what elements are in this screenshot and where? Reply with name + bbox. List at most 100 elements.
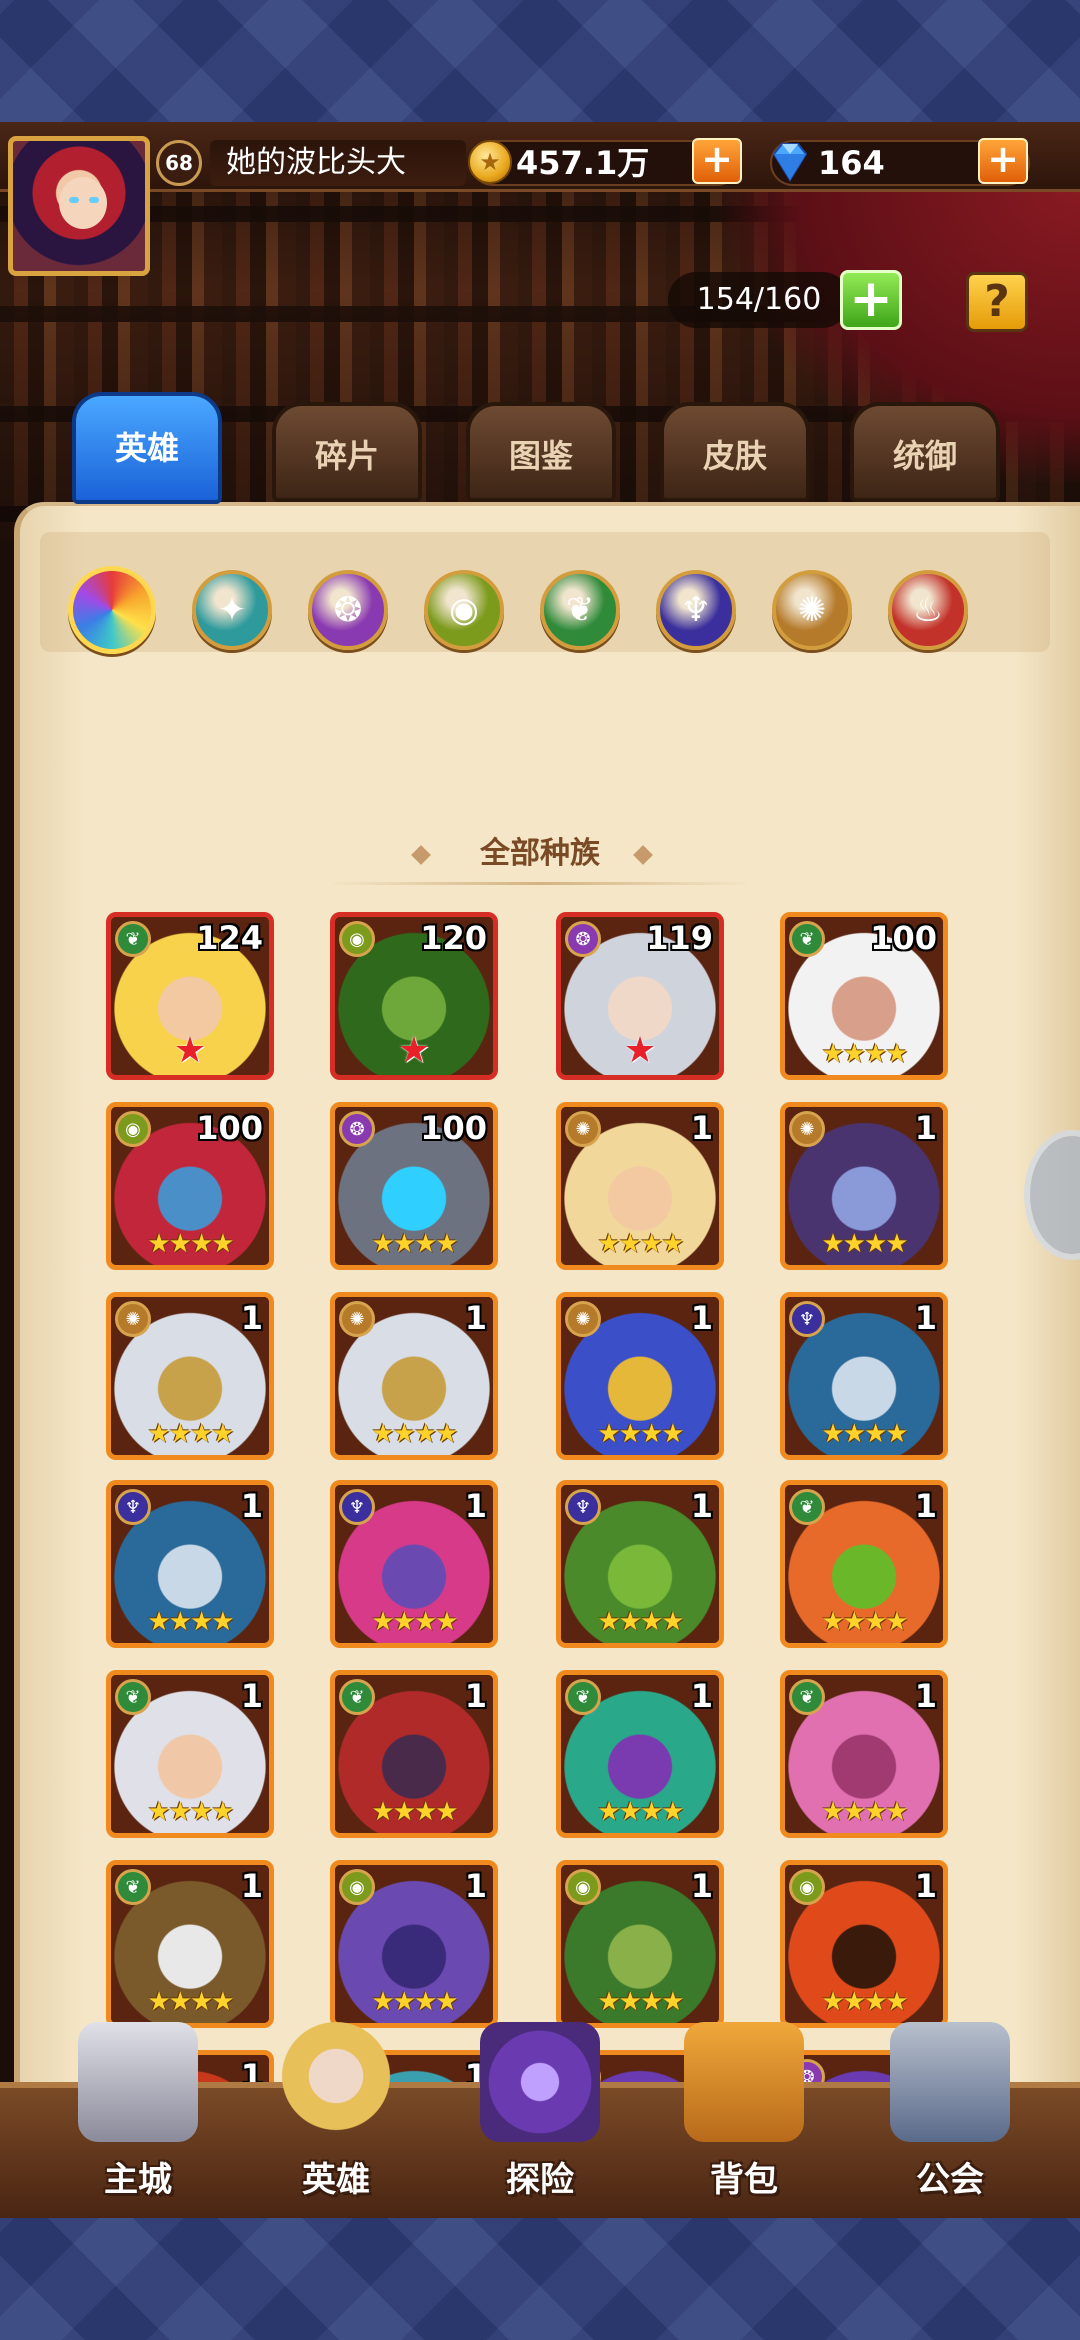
hero-star-rating: ★★★★	[147, 1229, 234, 1259]
hero-card[interactable]: ♆ 1 ★★★★	[780, 1292, 948, 1460]
gold-amount: 457.1万	[516, 144, 650, 182]
hero-level: 1	[690, 1299, 713, 1337]
avatar-eye	[89, 197, 99, 203]
hero-card[interactable]: ◉ 1 ★★★★	[330, 1860, 498, 2028]
crystal-icon: ✦	[217, 590, 247, 630]
nav-portal[interactable]: 探险	[450, 2022, 630, 2212]
hero-card[interactable]: ◉ 1 ★★★★	[780, 1860, 948, 2028]
hero-card[interactable]: ◉ 120 ★	[330, 912, 498, 1080]
hero-race-icon: ❦	[789, 1679, 825, 1715]
hero-level: 100	[196, 1109, 263, 1147]
hero-star-rating: ★★★★	[821, 1419, 908, 1449]
diamond-icon	[772, 143, 808, 182]
faction-filter-forest[interactable]: ❦	[540, 570, 620, 650]
hero-card[interactable]: ♆ 1 ★★★★	[556, 1480, 724, 1648]
hero-star-rating: ★★★★	[147, 1419, 234, 1449]
nav-label: 主城	[104, 2160, 172, 2200]
hero-race-icon: ✺	[565, 1301, 601, 1337]
hero-card[interactable]: ❂ 100 ★★★★	[330, 1102, 498, 1270]
flame-icon: ♨	[912, 590, 944, 630]
hero-star-rating: ★★★★	[597, 1607, 684, 1637]
expand-capacity-button[interactable]: +	[840, 270, 902, 330]
nav-hero-portrait[interactable]: 英雄	[246, 2022, 426, 2212]
guild-tower-icon	[890, 2022, 1010, 2142]
add-gold-button[interactable]: +	[692, 138, 742, 184]
hero-level: 1	[690, 1487, 713, 1525]
hero-race-icon: ❦	[115, 921, 151, 957]
hero-race-icon: ♆	[565, 1489, 601, 1525]
hero-card[interactable]: ✺ 1 ★★★★	[780, 1102, 948, 1270]
faction-filter-abyss[interactable]: ◉	[424, 570, 504, 650]
tab-heroes[interactable]: 英雄	[72, 392, 222, 504]
faction-filter-light[interactable]: ✺	[772, 570, 852, 650]
hero-card[interactable]: ✺ 1 ★★★★	[556, 1102, 724, 1270]
hero-card[interactable]: ❦ 1 ★★★★	[780, 1480, 948, 1648]
faction-filter-transcendence[interactable]: ♨	[888, 570, 968, 650]
hero-race-icon: ◉	[339, 1869, 375, 1905]
nav-backpack[interactable]: 背包	[654, 2022, 834, 2212]
hero-race-icon: ❦	[789, 921, 825, 957]
tab-skins[interactable]: 皮肤	[660, 402, 810, 502]
tab-fragments[interactable]: 碎片	[272, 402, 422, 502]
hero-card[interactable]: ❦ 1 ★★★★	[330, 1670, 498, 1838]
hero-card[interactable]: ✺ 1 ★★★★	[556, 1292, 724, 1460]
hero-race-icon: ❂	[565, 921, 601, 957]
hero-race-icon: ♆	[339, 1489, 375, 1525]
help-button[interactable]: ?	[966, 272, 1028, 332]
hero-card[interactable]: ❦ 100 ★★★★	[780, 912, 948, 1080]
hero-level: 124	[196, 919, 263, 957]
faction-filter-shadow[interactable]: ✦	[192, 570, 272, 650]
hero-card[interactable]: ❦ 1 ★★★★	[780, 1670, 948, 1838]
nav-guild-tower[interactable]: 公会	[860, 2022, 1040, 2212]
demon-icon: ♆	[680, 590, 712, 630]
hero-level: 1	[690, 1109, 713, 1147]
hero-star-rating: ★★★★	[597, 1419, 684, 1449]
hero-level: 1	[464, 1867, 487, 1905]
hero-level: 100	[420, 1109, 487, 1147]
hero-red-star-icon: ★	[623, 1030, 657, 1071]
faction-filter-label: 全部种族	[480, 836, 600, 871]
faction-filter-fortress[interactable]: ❂	[308, 570, 388, 650]
faction-filter-dark[interactable]: ♆	[656, 570, 736, 650]
hero-level: 1	[240, 1487, 263, 1525]
hero-race-icon: ♆	[789, 1301, 825, 1337]
hero-card[interactable]: ✺ 1 ★★★★	[330, 1292, 498, 1460]
nav-castle[interactable]: 主城	[48, 2022, 228, 2212]
leaf-icon: ❦	[565, 590, 595, 630]
hero-card[interactable]: ❦ 1 ★★★★	[106, 1860, 274, 2028]
hero-race-icon: ✺	[115, 1301, 151, 1337]
hero-card[interactable]: ❦ 1 ★★★★	[106, 1670, 274, 1838]
hero-card[interactable]: ❦ 124 ★	[106, 912, 274, 1080]
backpack-icon	[684, 2022, 804, 2142]
hero-card[interactable]: ♆ 1 ★★★★	[106, 1480, 274, 1648]
hero-level: 1	[690, 1677, 713, 1715]
hero-level: 1	[240, 1677, 263, 1715]
hero-star-rating: ★★★★	[821, 1797, 908, 1827]
add-gems-button[interactable]: +	[978, 138, 1028, 184]
tab-command[interactable]: 统御	[850, 402, 1000, 502]
hero-card[interactable]: ◉ 1 ★★★★	[556, 1860, 724, 2028]
hero-level: 1	[914, 1487, 937, 1525]
hero-level: 1	[464, 1677, 487, 1715]
hero-race-icon: ◉	[789, 1869, 825, 1905]
hero-card[interactable]: ❂ 119 ★	[556, 912, 724, 1080]
device-frame-bottom	[0, 2218, 1080, 2340]
hero-card[interactable]: ✺ 1 ★★★★	[106, 1292, 274, 1460]
hero-race-icon: ◉	[115, 1111, 151, 1147]
gold-coin-icon: ★	[468, 140, 512, 184]
tab-codex[interactable]: 图鉴	[466, 402, 616, 502]
hero-card[interactable]: ♆ 1 ★★★★	[330, 1480, 498, 1648]
hero-race-icon: ◉	[565, 1869, 601, 1905]
hero-card[interactable]: ❦ 1 ★★★★	[556, 1670, 724, 1838]
faction-filter-all[interactable]	[68, 566, 156, 654]
hero-race-icon: ❦	[115, 1869, 151, 1905]
hero-level: 120	[420, 919, 487, 957]
hero-star-rating: ★★★★	[597, 1987, 684, 2017]
hero-level: 1	[464, 1487, 487, 1525]
hero-card[interactable]: ◉ 100 ★★★★	[106, 1102, 274, 1270]
hero-race-icon: ✺	[789, 1111, 825, 1147]
player-level-badge: 68	[156, 140, 202, 186]
hero-red-star-icon: ★	[173, 1030, 207, 1071]
player-avatar[interactable]	[8, 136, 150, 276]
hero-level: 1	[914, 1299, 937, 1337]
